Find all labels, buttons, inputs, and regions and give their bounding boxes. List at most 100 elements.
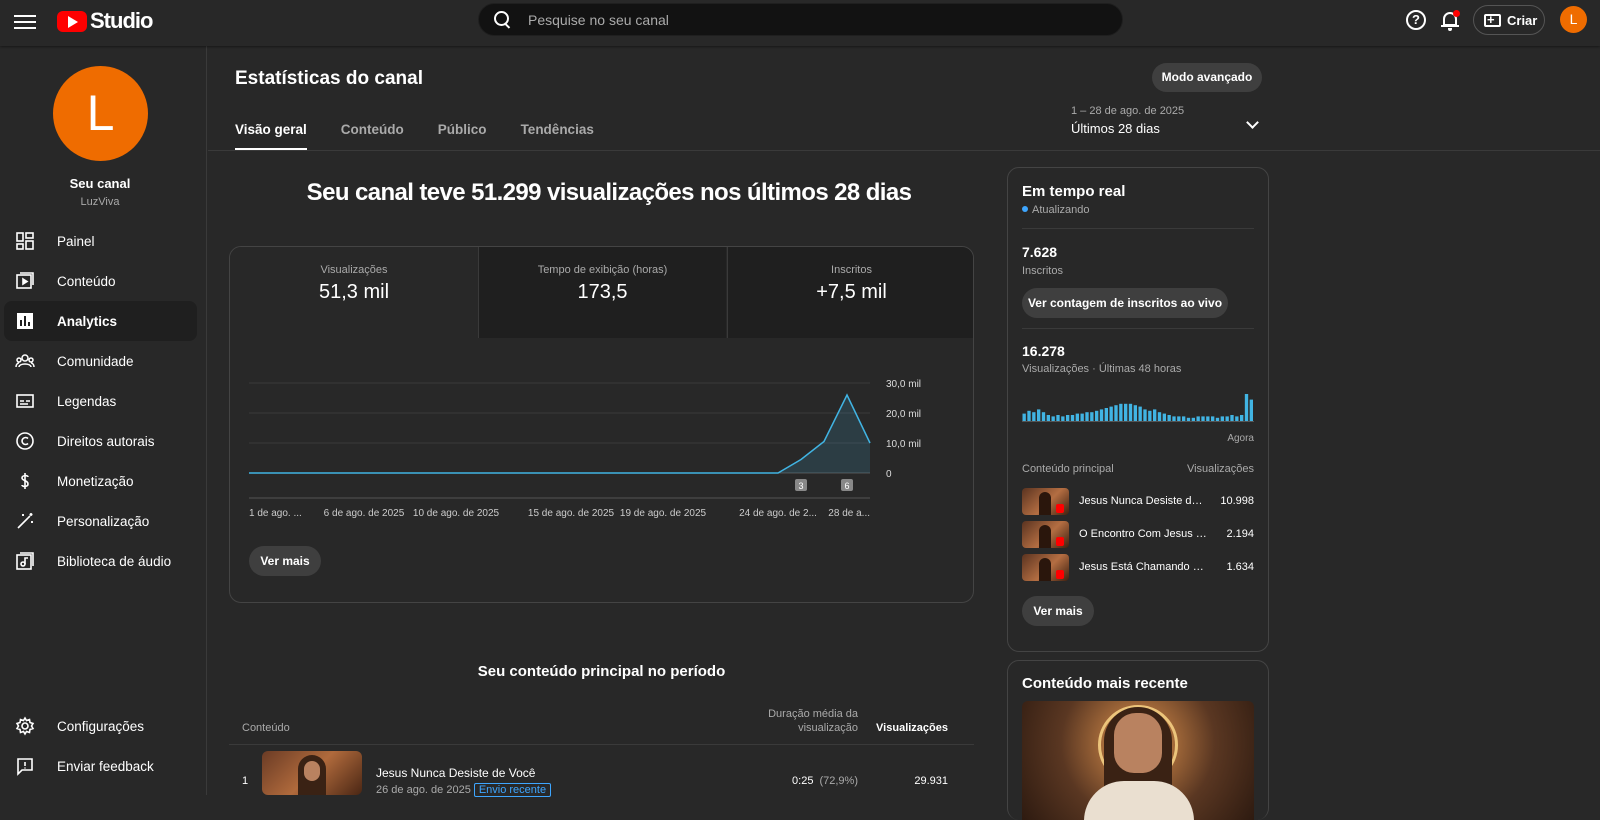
- create-video-icon: [1484, 12, 1501, 27]
- realtime-bar: [1244, 394, 1249, 422]
- channel-avatar[interactable]: L: [53, 66, 148, 161]
- advanced-mode-button[interactable]: Modo avançado: [1152, 63, 1262, 92]
- sidebar-item-configuracoes[interactable]: Configurações: [4, 706, 197, 746]
- column-header-views[interactable]: Visualizações: [868, 722, 948, 734]
- sidebar-item-biblioteca-audio[interactable]: Biblioteca de áudio: [4, 541, 197, 581]
- sidebar-item-label: Legendas: [57, 393, 117, 409]
- headline: Seu canal teve 51.299 visualizações nos …: [306, 179, 912, 206]
- sidebar-item-label: Monetização: [57, 473, 134, 489]
- search-bar[interactable]: [478, 3, 1123, 36]
- video-title[interactable]: Jesus Nunca Desiste de Você: [376, 766, 535, 780]
- create-label: Criar: [1507, 12, 1538, 28]
- realtime-subscribers-label: Inscritos: [1022, 265, 1063, 277]
- realtime-bar: [1133, 405, 1137, 422]
- video-title: Jesus Nunca Desiste de Você: [1079, 495, 1207, 507]
- table-divider: [229, 744, 974, 745]
- recent-video-thumbnail[interactable]: [1022, 701, 1254, 820]
- sidebar-item-direitos-autorais[interactable]: Direitos autorais: [4, 421, 197, 461]
- sidebar-item-label: Direitos autorais: [57, 433, 155, 449]
- video-title: O Encontro Com Jesus Que...: [1079, 528, 1207, 540]
- tabs-divider: [208, 150, 1600, 151]
- chart-see-more-button[interactable]: Ver mais: [249, 546, 321, 576]
- sidebar-item-label: Analytics: [57, 313, 118, 329]
- y-tick-label: 30,0 mil: [886, 379, 921, 390]
- realtime-bar: [1037, 409, 1041, 422]
- search-icon[interactable]: [494, 11, 511, 28]
- sidebar-item-personalizacao[interactable]: Personalização: [4, 501, 197, 541]
- video-thumbnail[interactable]: [262, 751, 362, 795]
- sidebar-item-analytics[interactable]: Analytics: [4, 301, 197, 341]
- video-marker-label: 6: [844, 481, 849, 491]
- help-icon[interactable]: ?: [1406, 10, 1426, 30]
- youtube-play-icon: [57, 10, 87, 32]
- recent-content-card: Conteúdo mais recente: [1007, 660, 1269, 820]
- realtime-bar: [1153, 409, 1157, 422]
- realtime-bar: [1124, 403, 1128, 422]
- list-item[interactable]: O Encontro Com Jesus Que... 2.194: [1022, 521, 1254, 549]
- realtime-bars-chart[interactable]: [1022, 392, 1254, 422]
- sidebar-item-conteudo[interactable]: Conteúdo: [4, 261, 197, 301]
- metric-tab-watch-time[interactable]: Tempo de exibição (horas) 173,5: [478, 247, 726, 338]
- realtime-col-content: Conteúdo principal: [1022, 463, 1114, 475]
- sidebar-item-monetizacao[interactable]: Monetização: [4, 461, 197, 501]
- video-views: 10.998: [1220, 495, 1254, 507]
- channel-title: Seu canal: [69, 176, 131, 191]
- realtime-bar: [1090, 412, 1094, 422]
- avg-duration-value: 0:25: [792, 775, 814, 787]
- menu-icon[interactable]: [14, 11, 36, 33]
- list-item[interactable]: Jesus Está Chamando Você 1.634: [1022, 554, 1254, 582]
- metric-label: Tempo de exibição (horas): [537, 264, 668, 276]
- gear-icon: [15, 716, 35, 736]
- video-thumbnail[interactable]: [1022, 521, 1069, 548]
- money-icon: [15, 471, 35, 491]
- realtime-see-more-button[interactable]: Ver mais: [1022, 596, 1094, 626]
- avg-duration: 0:25 (72,9%): [768, 775, 858, 787]
- series-line: [249, 393, 871, 474]
- sidebar-item-painel[interactable]: Painel: [4, 221, 197, 261]
- list-item[interactable]: Jesus Nunca Desiste de Você 10.998: [1022, 488, 1254, 516]
- x-tick-label: 1 de ago. ...: [249, 508, 302, 518]
- tab-publico[interactable]: Público: [438, 122, 487, 150]
- column-header-content: Conteúdo: [242, 722, 290, 734]
- sidebar-item-label: Personalização: [57, 513, 150, 529]
- realtime-bar: [1046, 415, 1050, 422]
- tab-conteudo[interactable]: Conteúdo: [341, 122, 404, 150]
- recent-content-title: Conteúdo mais recente: [1022, 675, 1188, 692]
- sidebar-item-legendas[interactable]: Legendas: [4, 381, 197, 421]
- video-marker-label: 3: [798, 481, 803, 491]
- realtime-bar: [1095, 410, 1099, 422]
- sidebar-item-comunidade[interactable]: Comunidade: [4, 341, 197, 381]
- realtime-bar: [1109, 406, 1113, 422]
- chevron-down-icon[interactable]: [1246, 116, 1259, 129]
- column-header-duration[interactable]: Duração média da visualização: [748, 707, 858, 735]
- realtime-bar: [1080, 413, 1084, 422]
- sidebar-item-enviar-feedback[interactable]: Enviar feedback: [4, 746, 197, 786]
- tab-visao-geral[interactable]: Visão geral: [235, 122, 307, 150]
- realtime-bar: [1066, 415, 1070, 422]
- x-tick-label: 28 de a...: [828, 508, 870, 518]
- shorts-icon: [1056, 537, 1064, 546]
- realtime-bar: [1148, 410, 1152, 422]
- date-range-picker[interactable]: 1 – 28 de ago. de 2025 Últimos 28 dias: [1071, 105, 1184, 136]
- create-button[interactable]: Criar: [1473, 5, 1545, 35]
- live-subscriber-count-button[interactable]: Ver contagem de inscritos ao vivo: [1022, 288, 1228, 318]
- metric-tab-views[interactable]: Visualizações 51,3 mil: [230, 247, 478, 338]
- realtime-bar: [1138, 406, 1142, 422]
- search-input[interactable]: [528, 11, 1088, 28]
- video-thumbnail[interactable]: [1022, 488, 1069, 515]
- sidebar-item-label: Comunidade: [57, 353, 134, 369]
- content-icon: [15, 271, 35, 291]
- shorts-icon: [1056, 570, 1064, 579]
- studio-logo[interactable]: Studio: [57, 8, 153, 34]
- tab-tendencias[interactable]: Tendências: [521, 122, 594, 150]
- x-tick-label: 19 de ago. de 2025: [620, 508, 707, 518]
- notifications-bell-icon[interactable]: [1440, 10, 1460, 32]
- views-chart[interactable]: 0 10,0 mil 20,0 mil 30,0 mil 1 de ago. ... 6 …: [230, 338, 974, 518]
- realtime-bar: [1070, 415, 1075, 422]
- divider: [1022, 228, 1254, 229]
- video-thumbnail[interactable]: [1022, 554, 1069, 581]
- account-avatar[interactable]: L: [1560, 6, 1587, 33]
- metric-tab-subscribers[interactable]: Inscritos +7,5 mil: [727, 247, 973, 338]
- analytics-icon: [15, 311, 35, 331]
- series-area: [249, 395, 870, 473]
